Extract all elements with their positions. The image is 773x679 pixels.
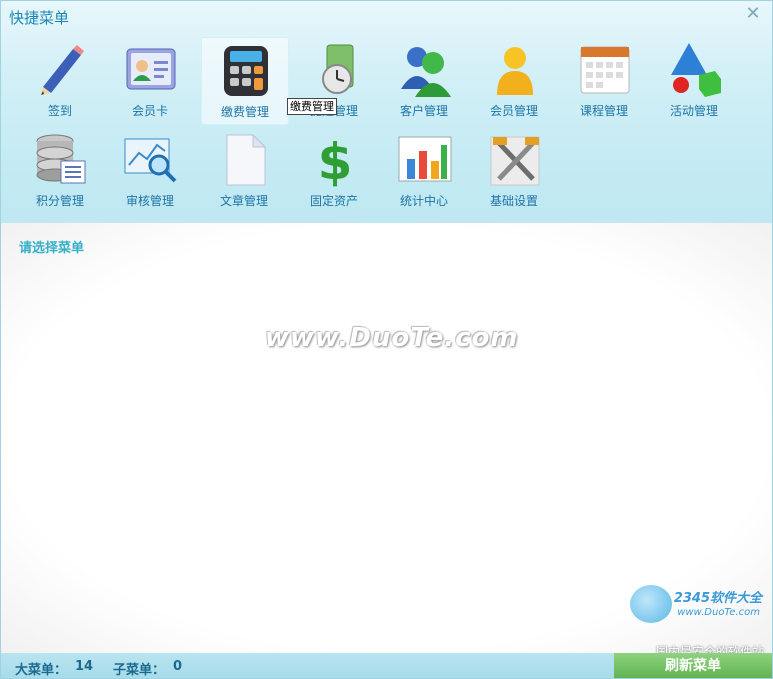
menu-item-payment[interactable]: 缴费管理 bbox=[201, 37, 289, 125]
watermark-text: www.DuoTe.com bbox=[265, 323, 519, 353]
big-menu-label: 大菜单： bbox=[15, 663, 68, 678]
menu-item-label: 签到 bbox=[47, 104, 72, 118]
member-icon bbox=[497, 47, 533, 95]
bar-chart-icon bbox=[398, 136, 452, 182]
menu-item-fixed-assets[interactable]: $ 固定资产 bbox=[291, 127, 377, 213]
refresh-menu-button[interactable]: 刷新菜单 bbox=[614, 653, 772, 678]
menu-item-label: 客户管理 bbox=[399, 104, 448, 118]
big-menu-count: 14 bbox=[75, 659, 94, 674]
menu-item-label: 缴费管理 bbox=[220, 105, 269, 119]
svg-text:$: $ bbox=[318, 133, 353, 187]
shapes-icon bbox=[671, 43, 721, 97]
select-menu-prompt: 请选择菜单 bbox=[19, 241, 85, 256]
menu-item-label: 基础设置 bbox=[489, 194, 538, 208]
member-card-icon bbox=[126, 48, 176, 90]
site-logo: 2345软件大全 www.DuoTe.com bbox=[626, 583, 766, 639]
tooltip: 缴费管理 bbox=[287, 98, 337, 115]
menu-item-label: 会员管理 bbox=[489, 104, 538, 118]
menu-item-activities[interactable]: 活动管理 bbox=[651, 37, 737, 123]
mascot-icon bbox=[630, 585, 672, 623]
menu-item-checkin[interactable]: 签到 bbox=[17, 37, 103, 123]
menu-item-articles[interactable]: 文章管理 bbox=[201, 127, 287, 213]
calendar-icon bbox=[580, 46, 630, 94]
quick-menu-window: 快捷菜单 ✕ 签到 会员卡 缴费管理 客户管理 会员管理 课程管理 活动管理 积… bbox=[0, 0, 773, 679]
menu-item-label: 统计中心 bbox=[399, 194, 448, 208]
menu-item-label: 积分管理 bbox=[35, 194, 84, 208]
close-icon[interactable]: ✕ bbox=[742, 5, 764, 23]
menu-item-label: 审核管理 bbox=[125, 194, 174, 208]
menu-item-member-card[interactable]: 会员卡 bbox=[107, 37, 193, 123]
menu-item-label: 文章管理 bbox=[219, 194, 268, 208]
dollar-icon: $ bbox=[318, 133, 353, 187]
window-title: 快捷菜单 bbox=[9, 9, 70, 27]
magnifier-icon bbox=[124, 138, 177, 183]
status-bar: 大菜单： 14 子菜单： 0 国内最安全的软件站 刷新菜单 bbox=[1, 645, 772, 678]
tools-icon bbox=[490, 136, 540, 186]
database-icon bbox=[36, 134, 86, 184]
menu-item-settings[interactable]: 基础设置 bbox=[471, 127, 557, 213]
menu-item-label: 会员卡 bbox=[131, 104, 168, 118]
menu-item-label: 课程管理 bbox=[579, 104, 628, 118]
menu-panel: 快捷菜单 ✕ 签到 会员卡 缴费管理 客户管理 会员管理 课程管理 活动管理 积… bbox=[1, 1, 772, 223]
clock-icon bbox=[322, 44, 354, 94]
menu-item-statistics[interactable]: 统计中心 bbox=[381, 127, 467, 213]
menu-item-customers[interactable]: 客户管理 bbox=[381, 37, 467, 123]
menu-item-courses[interactable]: 课程管理 bbox=[561, 37, 647, 123]
menu-item-audit[interactable]: 审核管理 bbox=[107, 127, 193, 213]
sub-menu-count: 0 bbox=[173, 659, 183, 674]
menu-item-members[interactable]: 会员管理 bbox=[471, 37, 557, 123]
pencil-icon bbox=[41, 45, 84, 95]
menu-item-label: 固定资产 bbox=[309, 194, 358, 208]
logo-brand: 2345软件大全 bbox=[673, 591, 762, 606]
menu-item-label: 活动管理 bbox=[669, 104, 718, 118]
users-icon bbox=[401, 47, 451, 97]
sub-menu-label: 子菜单： bbox=[113, 663, 166, 678]
logo-site: www.DuoTe.com bbox=[677, 607, 760, 618]
menu-item-points[interactable]: 积分管理 bbox=[17, 127, 103, 213]
content-area: 请选择菜单 www.DuoTe.com 2345软件大全 www.DuoTe.c… bbox=[1, 223, 772, 653]
calculator-icon bbox=[224, 46, 268, 96]
document-icon bbox=[226, 133, 267, 186]
